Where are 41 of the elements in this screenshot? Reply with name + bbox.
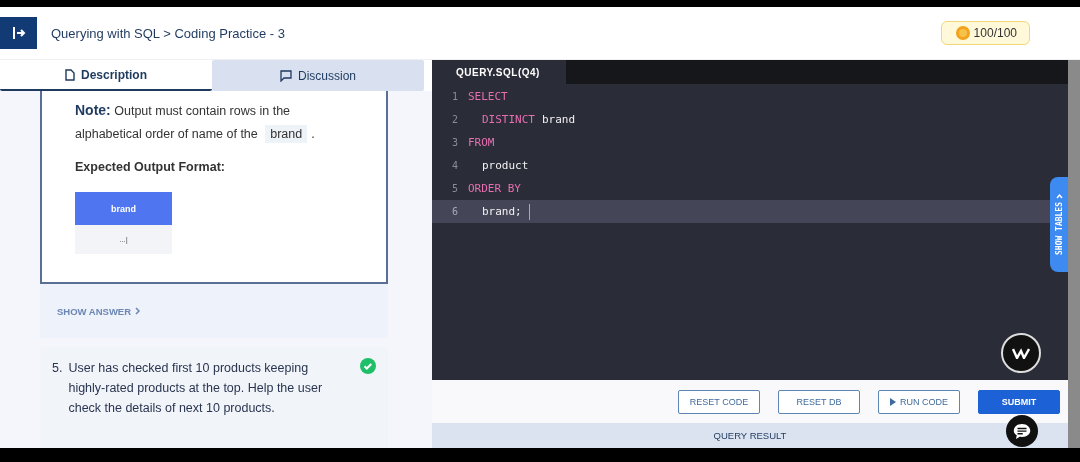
collapse-icon xyxy=(11,26,26,40)
line-number: 1 xyxy=(450,91,459,102)
note-text: Note: Output must contain rows in the alphabetical order of name of the brand . xyxy=(75,101,316,145)
section-heading: Expected Output Format: xyxy=(75,160,226,174)
code-text: FROM xyxy=(468,136,496,149)
chevron-up-icon xyxy=(1055,194,1063,199)
coin-icon xyxy=(955,26,970,40)
question-number: 5. xyxy=(52,360,63,377)
run-code-button[interactable]: RUN CODE xyxy=(878,389,960,414)
outline-button[interactable]: RESET CODE xyxy=(678,389,760,414)
chevron-right-icon xyxy=(135,307,141,315)
code-text: brand; xyxy=(481,205,523,218)
sidebar-toggle-button[interactable] xyxy=(0,17,37,49)
scrollbar[interactable] xyxy=(1068,60,1080,448)
chat-icon xyxy=(280,69,292,82)
query-result-bar[interactable]: QUERY RESULT xyxy=(432,423,1068,448)
line-number: 5 xyxy=(450,183,459,194)
play-icon xyxy=(890,397,896,406)
code-text: DISTINCT brand xyxy=(481,113,577,126)
line-number: 4 xyxy=(450,160,459,171)
file-tab[interactable]: QUERY.SQL(Q4) xyxy=(432,60,566,84)
show-tables-button[interactable]: SHOW TABLES xyxy=(1050,177,1068,272)
zigzag-logo-icon xyxy=(1012,347,1030,359)
code-text: ORDER BY xyxy=(468,182,522,195)
show-answer-button[interactable]: SHOW ANSWER xyxy=(57,305,141,317)
breadcrumb: Querying with SQL > Coding Practice - 3 xyxy=(51,25,286,41)
submit-button[interactable]: SUBMIT xyxy=(978,389,1060,414)
column-header: brand xyxy=(75,192,172,225)
assistant-button[interactable] xyxy=(1001,333,1041,373)
table-cell: ...| xyxy=(75,225,172,254)
line-number: 2 xyxy=(450,114,459,125)
score-badge: 100/100 xyxy=(940,21,1030,45)
chat-bubble-icon xyxy=(1013,422,1031,440)
code-text: SELECT xyxy=(468,90,509,103)
question-text: User has checked first 10 products keeping highly-rated products at the top. Help the user check the details of next 10 products. xyxy=(68,360,324,417)
line-number: 3 xyxy=(450,137,459,148)
outline-button[interactable]: RESET DB xyxy=(778,389,860,414)
code-text: product xyxy=(481,159,530,172)
document-icon xyxy=(65,68,75,81)
text-cursor xyxy=(528,203,530,220)
tab[interactable]: Discussion xyxy=(212,60,424,91)
